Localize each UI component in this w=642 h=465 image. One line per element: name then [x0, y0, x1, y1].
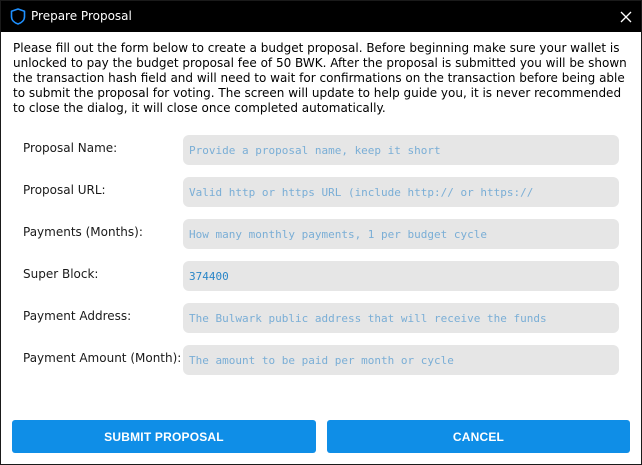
proposal-url-input[interactable] — [183, 177, 619, 207]
payments-months-label: Payments (Months): — [23, 225, 143, 239]
payment-amount-input[interactable] — [183, 345, 619, 375]
payment-address-label: Payment Address: — [23, 309, 132, 323]
window-title: Prepare Proposal — [31, 9, 132, 23]
intro-text: Please fill out the form below to create… — [13, 41, 627, 115]
payment-address-input[interactable] — [183, 303, 619, 333]
dialog-body: Please fill out the form below to create… — [1, 32, 641, 464]
super-block-label: Super Block: — [23, 267, 99, 281]
payments-months-input[interactable] — [183, 219, 619, 249]
proposal-name-input[interactable] — [183, 135, 619, 165]
prepare-proposal-dialog: Prepare Proposal Please fill out the for… — [0, 0, 642, 465]
submit-proposal-button[interactable]: SUBMIT PROPOSAL — [12, 420, 316, 453]
proposal-url-label: Proposal URL: — [23, 183, 106, 197]
payment-amount-label: Payment Amount (Month): — [23, 351, 182, 365]
super-block-input[interactable] — [183, 261, 619, 291]
title-bar[interactable]: Prepare Proposal — [1, 1, 641, 32]
shield-icon — [10, 8, 26, 25]
proposal-name-label: Proposal Name: — [23, 141, 118, 155]
close-icon[interactable] — [611, 1, 641, 32]
cancel-button[interactable]: CANCEL — [327, 420, 630, 453]
